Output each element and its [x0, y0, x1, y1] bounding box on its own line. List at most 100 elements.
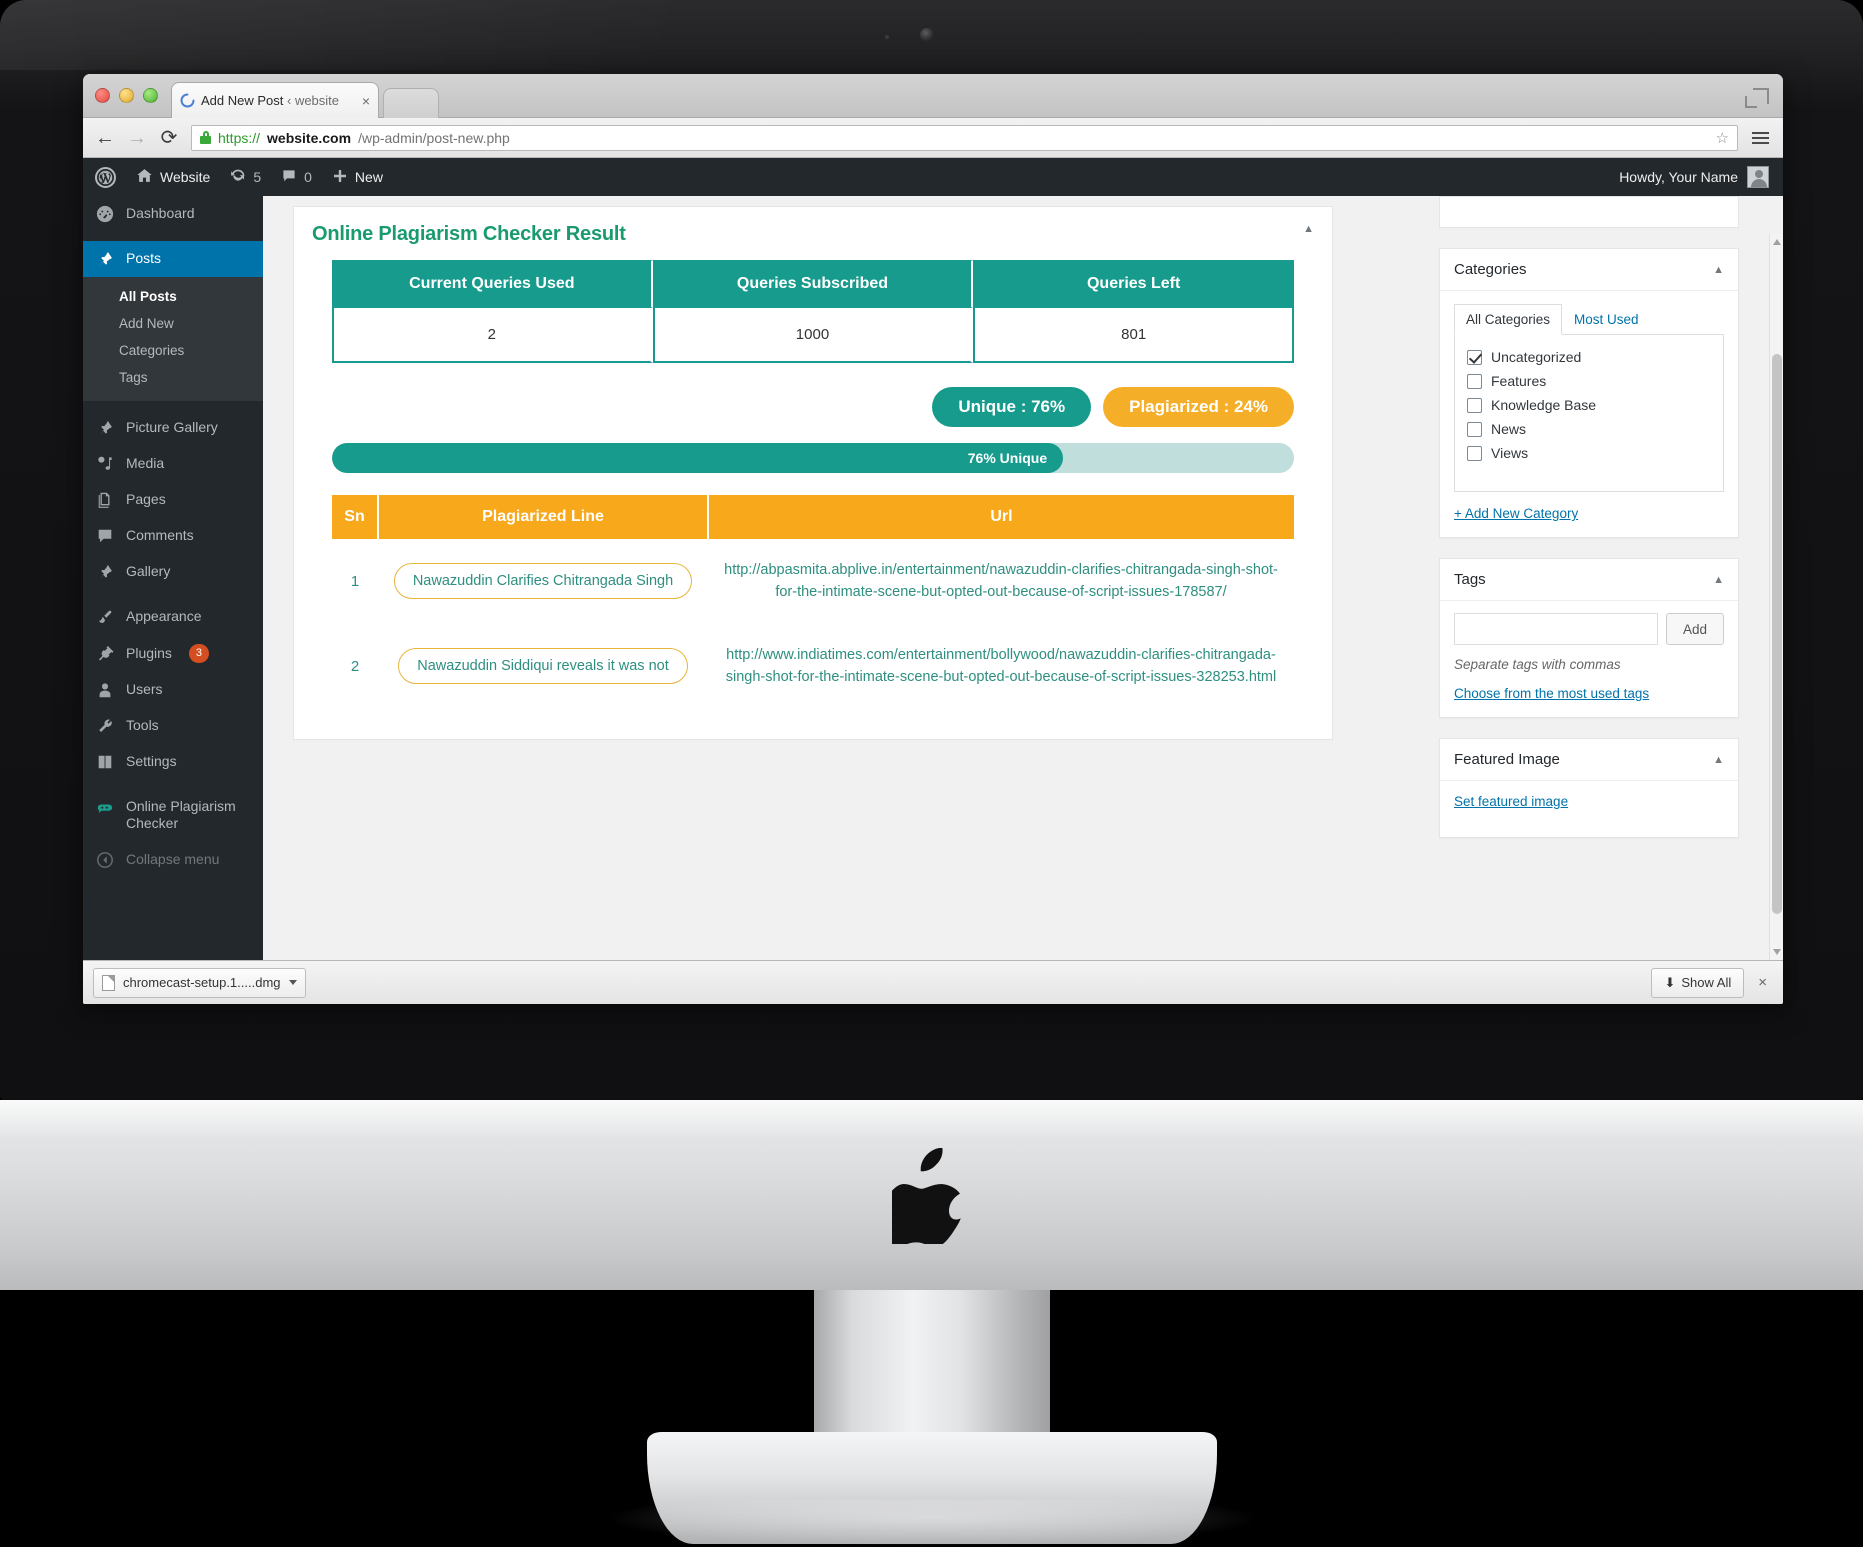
sidebar-item-label: Tools	[126, 716, 159, 733]
comment-icon	[95, 527, 115, 545]
collapse-toggle-icon[interactable]: ▲	[1713, 264, 1724, 276]
cell-sn: 2	[350, 657, 360, 675]
sidebar-item-label: Comments	[126, 527, 194, 544]
list-item[interactable]: Knowledge Base	[1467, 393, 1711, 417]
wrench-icon	[95, 717, 115, 735]
list-item[interactable]: News	[1467, 417, 1711, 441]
scroll-down-icon[interactable]	[1773, 949, 1781, 955]
pin-icon	[95, 250, 115, 268]
sidebar-item-plugins[interactable]: Plugins 3	[83, 635, 263, 672]
sidebar-item-comments[interactable]: Comments	[83, 518, 263, 554]
site-name-menu[interactable]: Website	[126, 158, 220, 196]
sidebar-item-label: Online Plagiarism Checker	[126, 797, 236, 832]
sidebar-item-picture-gallery[interactable]: Picture Gallery	[83, 410, 263, 446]
sidebar-item-label: Picture Gallery	[126, 419, 218, 436]
pages-icon	[95, 491, 115, 509]
tab-most-used[interactable]: Most Used	[1562, 304, 1651, 335]
checkbox-news[interactable]	[1467, 421, 1482, 437]
window-controls[interactable]	[95, 88, 158, 103]
scroll-up-icon[interactable]	[1773, 239, 1781, 245]
sidebar-item-settings[interactable]: Settings	[83, 744, 263, 780]
download-item[interactable]: chromecast-setup.1.....dmg	[93, 967, 306, 998]
browser-toolbar: ← → ⟳ https:// website.com/wp-admin/post-…	[83, 118, 1783, 158]
checkbox-views[interactable]	[1467, 445, 1482, 461]
sidebar-item-label: Pages	[126, 491, 166, 508]
reload-button[interactable]: ⟳	[159, 128, 179, 148]
cell-plagiarized-line: Nawazuddin Clarifies Chitrangada Singh	[378, 539, 708, 624]
sidebar-item-label: Plugins	[126, 644, 172, 661]
browser-tab[interactable]: Add New Post ‹ website ×	[171, 82, 379, 118]
sidebar-item-appearance[interactable]: Appearance	[83, 599, 263, 635]
back-button[interactable]: ←	[95, 128, 115, 148]
account-menu[interactable]: Howdy, Your Name	[1619, 166, 1783, 188]
sidebar-item-tools[interactable]: Tools	[83, 708, 263, 744]
list-item[interactable]: Features	[1467, 369, 1711, 393]
cell-url[interactable]: http://www.indiatimes.com/entertainment/…	[708, 624, 1294, 709]
collapse-toggle-icon[interactable]: ▲	[1303, 223, 1314, 235]
sidebar-item-users[interactable]: Users	[83, 672, 263, 708]
brush-icon	[95, 608, 115, 626]
sidebar-item-tags[interactable]: Tags	[83, 364, 263, 391]
sidebar-item-label: Collapse menu	[126, 850, 220, 867]
window-resize-icon[interactable]	[1745, 88, 1769, 108]
tab-close-icon[interactable]: ×	[362, 94, 370, 108]
category-label: Views	[1491, 445, 1529, 461]
most-used-tags-link[interactable]: Choose from the most used tags	[1454, 686, 1649, 701]
new-content-menu[interactable]: New	[322, 158, 393, 196]
comments-count: 0	[304, 169, 312, 185]
collapse-icon	[95, 851, 115, 869]
checkbox-knowledge-base[interactable]	[1467, 397, 1482, 413]
wordpress-spinner-icon	[180, 93, 195, 108]
add-tag-button[interactable]: Add	[1665, 613, 1724, 645]
cell-url[interactable]: http://abpasmita.abplive.in/entertainmen…	[708, 539, 1294, 624]
bookmark-star-icon[interactable]: ☆	[1716, 129, 1729, 147]
sidebar-item-dashboard[interactable]: Dashboard	[83, 196, 263, 232]
result-panel-header: Online Plagiarism Checker Result ▲	[294, 207, 1332, 260]
tag-input[interactable]	[1454, 613, 1658, 645]
sidebar-item-online-plagiarism-checker[interactable]: Online Plagiarism Checker	[83, 789, 263, 842]
table-row: 1 Nawazuddin Clarifies Chitrangada Singh…	[332, 539, 1294, 624]
column-header-plagiarized-line: Plagiarized Line	[378, 495, 709, 539]
wp-logo-menu[interactable]	[83, 158, 126, 196]
chevron-down-icon[interactable]	[288, 980, 297, 985]
add-new-category-link[interactable]: + Add New Category	[1454, 506, 1578, 521]
updates-menu[interactable]: 5	[220, 158, 271, 196]
collapse-toggle-icon[interactable]: ▲	[1713, 574, 1724, 586]
tab-all-categories[interactable]: All Categories	[1454, 304, 1563, 335]
minimize-window-button[interactable]	[119, 88, 134, 103]
plagiarized-badge: Plagiarized : 24%	[1103, 387, 1294, 427]
hamburger-menu-icon[interactable]	[1750, 131, 1771, 144]
featured-image-body: Set featured image	[1440, 781, 1738, 837]
forward-button[interactable]: →	[127, 128, 147, 148]
menu-separator	[83, 590, 263, 599]
sidebar-item-pages[interactable]: Pages	[83, 482, 263, 518]
collapse-toggle-icon[interactable]: ▲	[1713, 754, 1724, 766]
close-download-bar-icon[interactable]: ×	[1758, 974, 1773, 991]
page-scrollbar[interactable]	[1769, 234, 1783, 960]
comments-menu[interactable]: 0	[271, 158, 322, 196]
checkbox-features[interactable]	[1467, 373, 1482, 389]
categories-header: Categories ▲	[1440, 249, 1738, 291]
maximize-window-button[interactable]	[143, 88, 158, 103]
sidebar-item-media[interactable]: Media	[83, 446, 263, 482]
media-icon	[95, 455, 115, 473]
publish-box-partial	[1439, 196, 1739, 228]
checkbox-uncategorized[interactable]	[1467, 349, 1482, 365]
set-featured-image-link[interactable]: Set featured image	[1454, 794, 1568, 809]
sidebar-item-all-posts[interactable]: All Posts	[83, 283, 263, 310]
progress-label: 76% Unique	[967, 450, 1048, 466]
sidebar-item-collapse-menu[interactable]: Collapse menu	[83, 842, 263, 878]
close-window-button[interactable]	[95, 88, 110, 103]
new-tab-button[interactable]	[383, 88, 439, 118]
sidebar-item-posts[interactable]: Posts	[83, 241, 263, 277]
cell-queries-subscribed: 1000	[652, 308, 974, 363]
sidebar-item-gallery[interactable]: Gallery	[83, 554, 263, 590]
sidebar-item-categories[interactable]: Categories	[83, 337, 263, 364]
show-all-downloads-button[interactable]: ⬇ Show All	[1651, 967, 1745, 998]
scrollbar-thumb[interactable]	[1772, 354, 1782, 914]
updates-icon	[230, 168, 246, 187]
list-item[interactable]: Uncategorized	[1467, 345, 1711, 369]
list-item[interactable]: Views	[1467, 441, 1711, 465]
sidebar-item-add-new[interactable]: Add New	[83, 310, 263, 337]
address-bar[interactable]: https:// website.com/wp-admin/post-new.ph…	[191, 124, 1738, 151]
